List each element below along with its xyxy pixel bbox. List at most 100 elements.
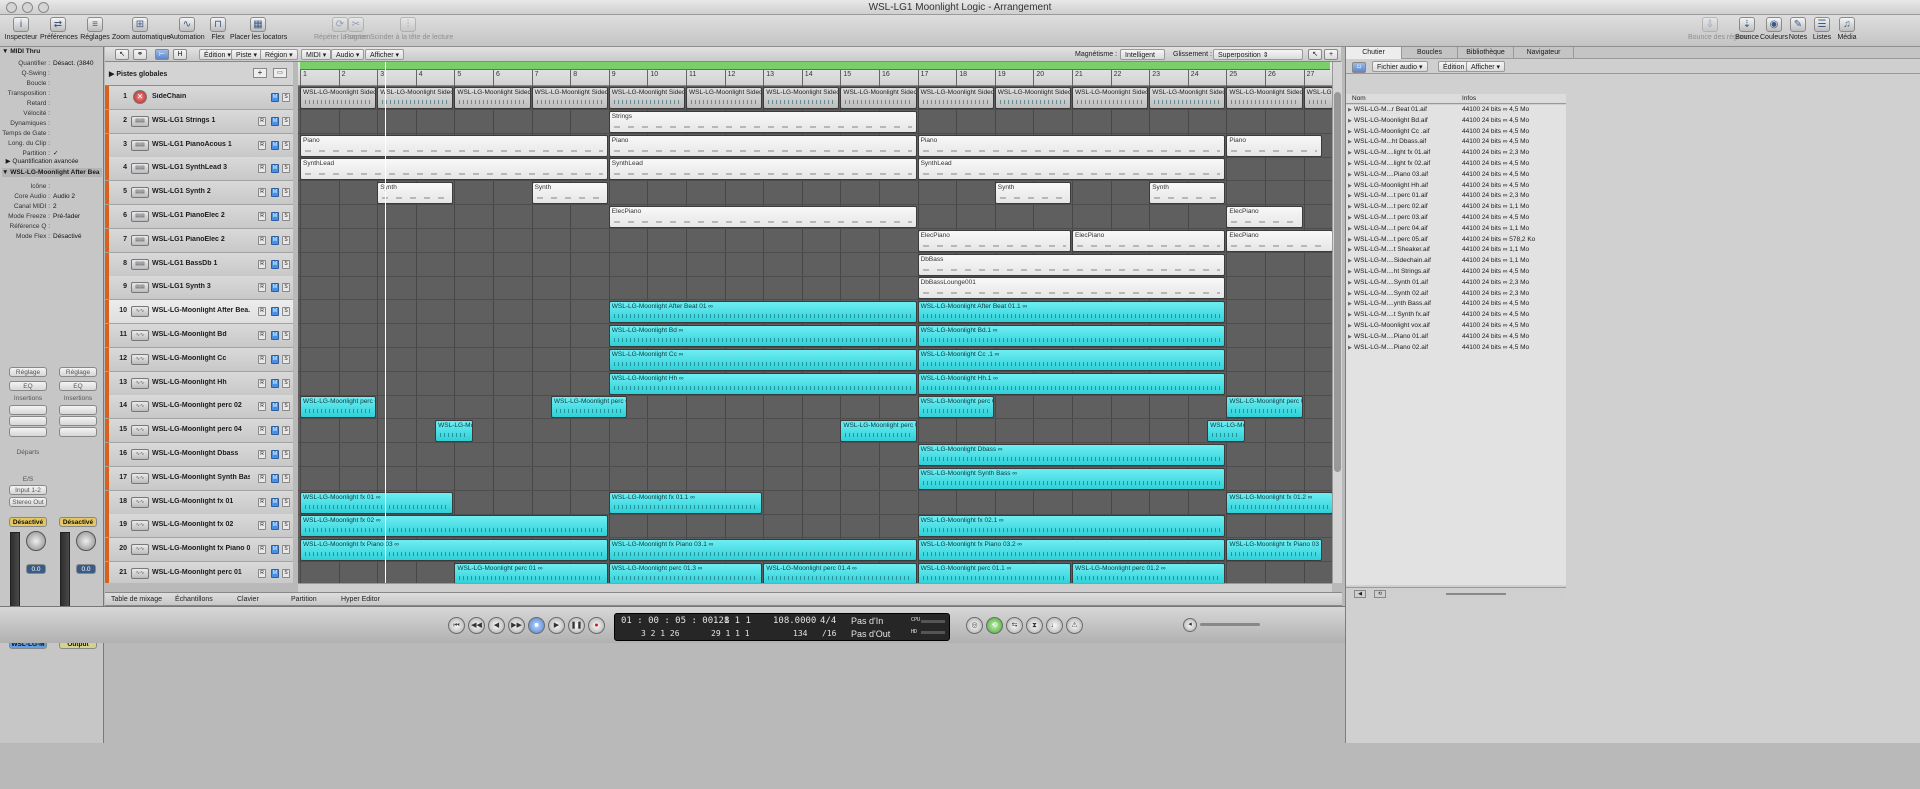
rewind-button[interactable]: ◀◀	[468, 617, 485, 634]
region[interactable]: WSL-LG-Moonlight fx 02.1 ∞	[917, 515, 1226, 538]
column-info[interactable]: Infos	[1462, 94, 1476, 104]
disclosure-icon[interactable]: ▶	[1348, 191, 1352, 201]
pointer-tool-right[interactable]: ↖	[1308, 49, 1322, 60]
region[interactable]: WSL-LG-Moonlight Sidech	[608, 87, 685, 109]
region[interactable]: WSL-LG-	[1303, 87, 1332, 109]
preview-volume-slider[interactable]	[1446, 593, 1506, 595]
region[interactable]: WSL-LG-Mo	[435, 420, 473, 443]
track-header[interactable]: 18 ∿∿ WSL-LG-Moonlight fx 01 R M S	[105, 490, 293, 515]
region[interactable]: Synth	[377, 182, 454, 205]
record-enable-button[interactable]: R	[258, 497, 266, 507]
mute-button[interactable]: M	[271, 497, 279, 507]
vertical-scroll-thumb[interactable]	[1334, 92, 1341, 472]
region[interactable]: WSL-LG-Moonlight Sidech	[1226, 87, 1303, 109]
disclosure-icon[interactable]: ▶	[1348, 267, 1352, 277]
zoom-window-icon[interactable]	[38, 2, 49, 13]
track-header[interactable]: 14 ∿∿ WSL-LG-Moonlight perc 02 R M S	[105, 395, 293, 420]
automation-mode-select[interactable]: Désactivé	[9, 517, 47, 527]
inspector-param[interactable]: Quantifier : Désact. (3840	[2, 59, 93, 68]
horizontal-scrollbar[interactable]	[298, 583, 1332, 592]
mute-button[interactable]: M	[271, 235, 279, 245]
audio-file-row[interactable]: ▶ WSL-LG-M....ynth Bass.aif 44100 24 bits …	[1348, 299, 1563, 309]
disclosure-icon[interactable]: ▶	[1348, 116, 1352, 126]
disclosure-icon[interactable]: ▶	[1348, 235, 1352, 245]
menu-afficher[interactable]: Afficher ▾	[365, 49, 405, 60]
solo-button[interactable]: S	[282, 331, 290, 340]
record-enable-button[interactable]: R	[258, 331, 266, 340]
inspecteur-button[interactable]: i Inspecteur	[4, 16, 38, 46]
region[interactable]: ElecPiano	[917, 229, 1071, 252]
disclosure-icon[interactable]: ▶	[1348, 202, 1352, 212]
track-param[interactable]: Mode Flex : Désactivé	[2, 232, 82, 241]
mute-button[interactable]: M	[271, 259, 279, 269]
record-enable-button[interactable]: R	[258, 450, 266, 459]
region[interactable]: WSL-LG-Moonlight perc 0	[917, 396, 994, 419]
tab-partition[interactable]: Partition	[285, 594, 323, 606]
disclosure-icon[interactable]: ▶	[1348, 289, 1352, 299]
punch-button[interactable]: ⧗	[1026, 617, 1043, 634]
play-button[interactable]: ▶	[548, 617, 565, 634]
audio-file-row[interactable]: ▶ WSL-LG-M...ht Dbass.aif 44100 24 bits ∞ …	[1348, 137, 1563, 147]
menu-midi[interactable]: MIDI ▾	[301, 49, 332, 60]
track-param[interactable]: Canal MIDI :2	[2, 202, 57, 211]
inspector-param[interactable]: Transposition :	[2, 89, 53, 98]
pointer-tool[interactable]: ↖	[115, 49, 129, 60]
region[interactable]: ElecPiano	[1226, 229, 1332, 252]
plus-tool[interactable]: +	[1324, 49, 1338, 60]
region[interactable]: WSL-LG-Moonlight fx Piano 03	[1226, 539, 1322, 562]
track-header[interactable]: 11 ∿∿ WSL-LG-Moonlight Bd R M S	[105, 324, 293, 348]
pan-knob[interactable]	[76, 531, 96, 551]
advanced-quantize-toggle[interactable]: ▶ Quantification avancée	[2, 157, 79, 166]
link-icon[interactable]: ⚭	[133, 49, 147, 60]
track-header[interactable]: 21 ∿∿ WSL-LG-Moonlight perc 01 R M S	[105, 562, 293, 583]
region[interactable]: SynthLead	[917, 158, 1226, 181]
disclosure-icon[interactable]: ▶	[1348, 159, 1352, 169]
region[interactable]: ElecPiano	[608, 206, 917, 228]
track-header[interactable]: 2 ▤▤ WSL-LG1 Strings 1 RMS	[105, 109, 293, 134]
record-enable-button[interactable]: R	[258, 426, 266, 436]
solo-button[interactable]: S	[282, 473, 290, 483]
record-button[interactable]: ●	[588, 617, 605, 634]
reglages-button[interactable]: ≡ Réglages	[80, 16, 110, 46]
tab-table-de-mixage[interactable]: Table de mixage	[105, 594, 168, 606]
close-window-icon[interactable]	[6, 2, 17, 13]
output-select[interactable]: Stereo Out	[9, 497, 47, 507]
mute-button[interactable]: M	[271, 426, 279, 436]
magnet-select[interactable]: Intelligent ⇕	[1120, 49, 1165, 70]
mute-button[interactable]: M	[271, 93, 279, 102]
region[interactable]: WSL-LG-Moonlight perc 0	[1226, 396, 1303, 419]
region[interactable]: WSL-LG-Moonlight Sidech	[763, 87, 840, 109]
track-header[interactable]: 5 ▤▤ WSL-LG1 Synth 2 RMS	[105, 181, 293, 206]
notes-button[interactable]: ✎ Notes	[1788, 16, 1808, 46]
replace-button[interactable]: ⇆	[1006, 617, 1023, 634]
add-track-button[interactable]: +	[253, 68, 267, 78]
region[interactable]: WSL-LG-Moonlight Sidech	[917, 87, 994, 109]
mute-button[interactable]: M	[271, 116, 279, 126]
insert-slot[interactable]	[9, 427, 47, 437]
record-enable-button[interactable]: R	[258, 188, 266, 198]
menu-piste[interactable]: Piste ▾	[231, 49, 263, 60]
drag-mode-select[interactable]: Superposition ⇕	[1213, 49, 1303, 60]
record-enable-button[interactable]: R	[258, 521, 266, 531]
mute-button[interactable]: M	[271, 354, 279, 364]
solo-button[interactable]: S	[282, 140, 290, 150]
mute-button[interactable]: M	[271, 307, 279, 317]
audio-file-row[interactable]: ▶ WSL-LG-M....light fx 01.aif 44100 24 bit…	[1348, 148, 1563, 158]
goto-start-button[interactable]: ⏮	[448, 617, 465, 634]
placer-les-locators-button[interactable]: ▦ Placer les locators	[230, 16, 287, 46]
insert-slot[interactable]	[59, 405, 97, 415]
audio-file-row[interactable]: ▶ WSL-LG-M....ht Strings.aif 44100 24 bits…	[1348, 267, 1563, 277]
audio-file-row[interactable]: ▶ WSL-LG-M....Piano 01.aif 44100 24 bits ∞…	[1348, 332, 1563, 342]
region[interactable]: Synth	[531, 182, 608, 205]
solo-button[interactable]: S	[282, 426, 290, 436]
solo-button[interactable]: S	[282, 188, 290, 198]
media-tab-navigateur[interactable]: Navigateur	[1514, 47, 1574, 59]
catch-icon[interactable]: ⊢	[155, 49, 169, 60]
region[interactable]: WSL-LG-Moonlight Sidech	[1149, 87, 1226, 109]
disclosure-icon[interactable]: ▶	[1348, 299, 1352, 309]
solo-button[interactable]: S	[282, 497, 290, 507]
region[interactable]: WSL-LG-Moonlight Cc ∞	[608, 348, 917, 371]
audio-file-row[interactable]: ▶ WSL-LG-M....Synth 01.aif 44100 24 bits ∞…	[1348, 278, 1563, 288]
audio-file-row[interactable]: ▶ WSL-LG-M....t perc 03.aif 44100 24 bits …	[1348, 213, 1563, 223]
track-param[interactable]: Icône :	[2, 182, 53, 191]
